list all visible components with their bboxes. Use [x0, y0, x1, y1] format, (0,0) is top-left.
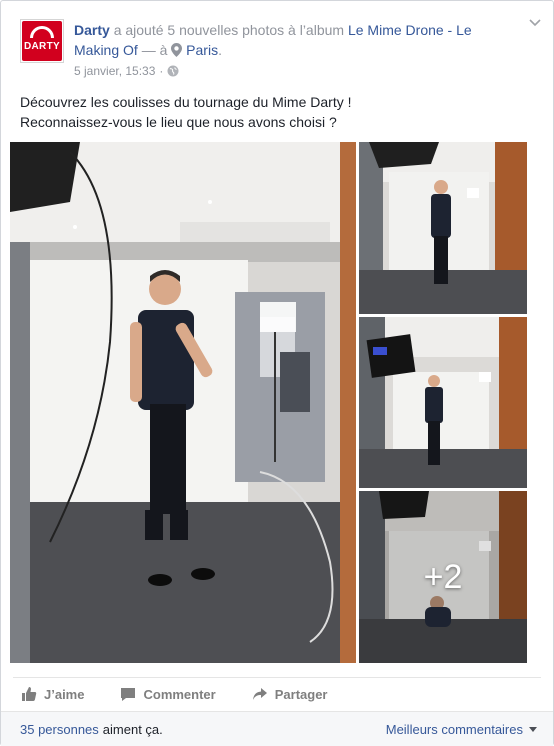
photo-main[interactable]	[10, 142, 356, 663]
comment-label: Commenter	[143, 686, 216, 702]
action-bar: J’aime Commenter Partager	[13, 677, 541, 710]
likes-count-link[interactable]: 35 personnes	[20, 722, 99, 737]
post-text: Découvrez les coulisses du tournage du M…	[20, 92, 540, 132]
place-separator: — à	[141, 42, 168, 58]
location-pin-icon	[171, 43, 183, 57]
photo-3[interactable]	[359, 317, 527, 488]
comment-button[interactable]: Commenter	[120, 686, 216, 702]
photo-3-image	[359, 317, 527, 488]
post-options-chevron-icon[interactable]	[529, 19, 541, 27]
share-arrow-icon	[252, 688, 267, 700]
photo-grid: +2	[10, 142, 527, 663]
post-card: DARTY Darty a ajouté 5 nouvelles photos …	[0, 0, 554, 746]
photo-2[interactable]	[359, 142, 527, 314]
comment-icon	[121, 688, 136, 701]
comments-sort-dropdown[interactable]: Meilleurs commentaires	[386, 722, 537, 737]
likes-text: aiment ça.	[102, 721, 163, 737]
post-headline: Darty a ajouté 5 nouvelles photos à l’al…	[74, 22, 472, 58]
post-text-line-1: Découvrez les coulisses du tournage du M…	[20, 94, 352, 110]
darty-logo: DARTY	[22, 21, 62, 61]
thumbs-up-icon	[22, 687, 37, 701]
logo-text: DARTY	[24, 40, 60, 52]
comments-sort-label: Meilleurs commentaires	[385, 721, 523, 737]
timestamp-link[interactable]: 5 janvier, 15:33	[74, 63, 155, 79]
share-button[interactable]: Partager	[252, 686, 328, 702]
page-avatar[interactable]: DARTY	[20, 19, 64, 63]
like-button[interactable]: J’aime	[21, 686, 84, 702]
place-link[interactable]: Paris	[186, 42, 218, 58]
post-meta: 5 janvier, 15:33 ·	[74, 63, 179, 79]
photo-main-image	[10, 142, 356, 663]
more-photos-count: +2	[423, 557, 463, 596]
meta-separator: ·	[159, 64, 164, 78]
like-label: J’aime	[44, 686, 85, 702]
photo-2-image	[359, 142, 527, 314]
photo-4[interactable]: +2	[359, 491, 527, 663]
action-text: a ajouté 5 nouvelles photos à l’album	[113, 22, 345, 38]
caret-down-icon	[529, 726, 537, 732]
globe-icon[interactable]	[167, 65, 179, 77]
author-link[interactable]: Darty	[74, 22, 110, 38]
post-footer: 35 personnes aiment ça. Meilleurs commen…	[1, 711, 553, 746]
post-text-line-2: Reconnaissez-vous le lieu que nous avons…	[20, 114, 337, 130]
share-label: Partager	[274, 686, 328, 702]
